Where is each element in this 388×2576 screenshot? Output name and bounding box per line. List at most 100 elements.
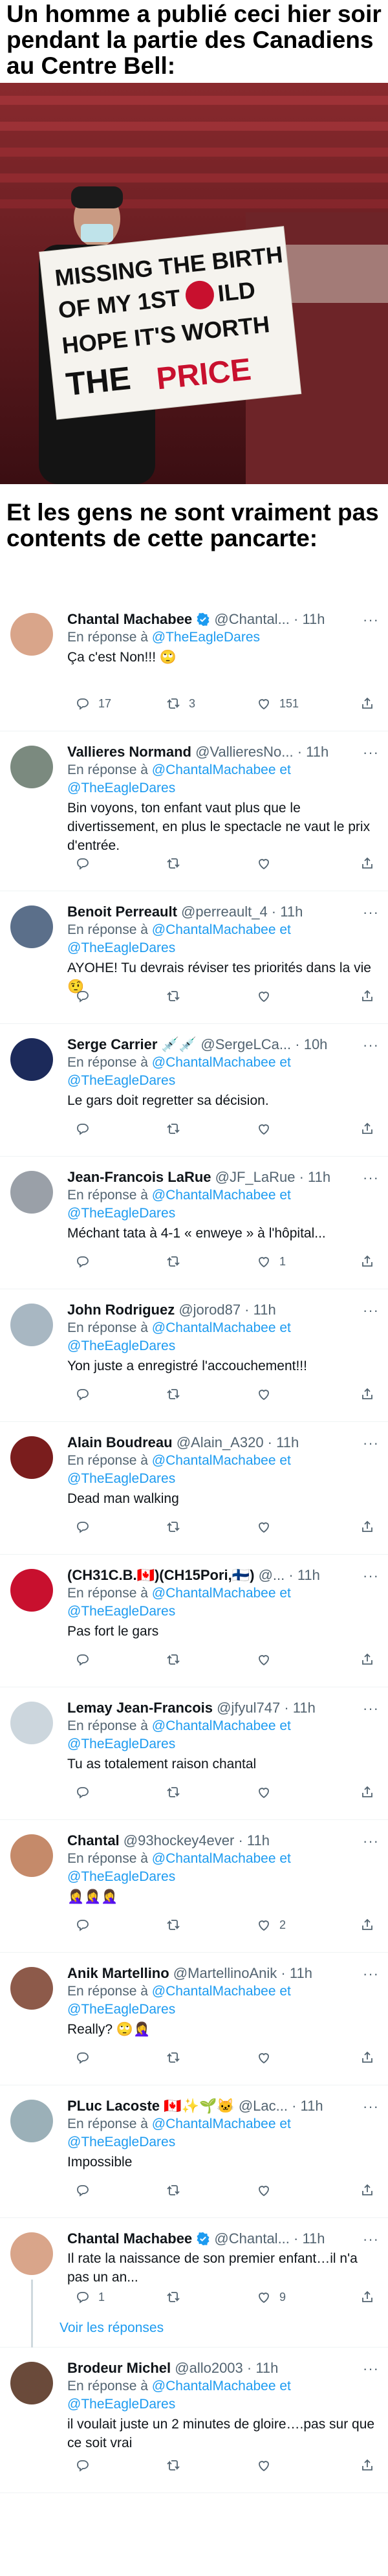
reply-button[interactable] (67, 1917, 91, 1933)
like-button[interactable] (248, 1519, 272, 1535)
tweet[interactable]: Alain Boudreau @Alain_A320 · 11h ··· En ré… (0, 1422, 388, 1555)
reply-button[interactable] (67, 1784, 91, 1800)
share-button[interactable] (352, 1121, 375, 1137)
reply-button[interactable] (67, 2182, 91, 2198)
avatar[interactable] (10, 1569, 53, 1612)
like-button[interactable] (248, 856, 272, 871)
tweet[interactable]: PLuc Lacoste 🇨🇦✨🌱🐱 @Lac... · 11h ··· En ré… (0, 2085, 388, 2218)
share-button[interactable] (352, 1652, 375, 1667)
display-name[interactable]: Alain Boudreau (67, 1434, 173, 1450)
display-name[interactable]: Vallieres Normand (67, 744, 191, 760)
reply-button[interactable] (67, 2458, 91, 2473)
share-button[interactable] (352, 2458, 375, 2473)
share-button[interactable] (352, 988, 375, 1004)
more-options-icon[interactable]: ··· (363, 612, 379, 628)
avatar[interactable] (10, 1304, 53, 1346)
share-button[interactable] (352, 2182, 375, 2198)
share-button[interactable] (352, 1784, 375, 1800)
share-button[interactable] (352, 2050, 375, 2065)
more-options-icon[interactable]: ··· (363, 1170, 379, 1186)
display-name[interactable]: Chantal (67, 1832, 120, 1849)
share-button[interactable] (352, 1917, 375, 1933)
more-options-icon[interactable]: ··· (363, 1833, 379, 1850)
more-options-icon[interactable]: ··· (363, 1435, 379, 1452)
view-replies-link[interactable]: Voir les réponses (59, 2320, 164, 2336)
display-name[interactable]: Chantal Machabee (67, 611, 192, 627)
tweet[interactable]: Brodeur Michel @allo2003 · 11h ··· En répo… (0, 2348, 388, 2493)
like-button[interactable] (248, 1121, 272, 1137)
like-button[interactable]: 151 (248, 696, 299, 711)
tweet[interactable]: Benoit Perreault @perreault_4 · 11h ··· En… (0, 891, 388, 1024)
reply-button[interactable]: 1 (67, 2289, 105, 2305)
avatar[interactable] (10, 1702, 53, 1744)
reply-button[interactable] (67, 2050, 91, 2065)
reply-button[interactable] (67, 1519, 91, 1535)
retweet-button[interactable] (158, 2050, 181, 2065)
tweet[interactable]: Chantal @93hockey4ever · 11h ··· En répons… (0, 1820, 388, 1953)
like-button[interactable] (248, 1784, 272, 1800)
retweet-button[interactable] (158, 2458, 181, 2473)
display-name[interactable]: Brodeur Michel (67, 2360, 171, 2376)
more-options-icon[interactable]: ··· (363, 1700, 379, 1717)
avatar[interactable] (10, 613, 53, 656)
tweet[interactable]: Serge Carrier 💉💉 @SergeLCa... · 10h ··· En… (0, 1024, 388, 1157)
display-name[interactable]: Chantal Machabee (67, 2230, 192, 2247)
retweet-button[interactable] (158, 2289, 181, 2305)
avatar[interactable] (10, 1436, 53, 1479)
mentioned-users-link[interactable]: @TheEagleDares (152, 630, 260, 645)
retweet-button[interactable] (158, 1519, 181, 1535)
like-button[interactable]: 1 (248, 1254, 286, 1269)
avatar[interactable] (10, 746, 53, 788)
more-options-icon[interactable]: ··· (363, 1966, 379, 1982)
share-button[interactable] (352, 1519, 375, 1535)
more-options-icon[interactable]: ··· (363, 1302, 379, 1319)
retweet-button[interactable] (158, 856, 181, 871)
retweet-button[interactable] (158, 1784, 181, 1800)
more-options-icon[interactable]: ··· (363, 2098, 379, 2115)
like-button[interactable] (248, 2458, 272, 2473)
avatar[interactable] (10, 2362, 53, 2404)
reply-button[interactable] (67, 1121, 91, 1137)
retweet-button[interactable]: 3 (158, 696, 195, 711)
share-button[interactable] (352, 696, 375, 711)
display-name[interactable]: Jean-Francois LaRue (67, 1169, 211, 1185)
display-name[interactable]: John Rodriguez (67, 1302, 175, 1318)
share-button[interactable] (352, 1254, 375, 1269)
retweet-button[interactable] (158, 1386, 181, 1402)
reply-button[interactable] (67, 1386, 91, 1402)
reply-button[interactable] (67, 1254, 91, 1269)
display-name[interactable]: PLuc Lacoste 🇨🇦✨🌱🐱 (67, 2098, 235, 2114)
tweet[interactable]: Chantal Machabee @Chantal... · 11h ··· Il … (0, 2218, 388, 2348)
tweet[interactable]: Jean-Francois LaRue @JF_LaRue · 11h ··· En… (0, 1157, 388, 1289)
avatar[interactable] (10, 1038, 53, 1081)
reply-button[interactable] (67, 1652, 91, 1667)
tweet[interactable]: Vallieres Normand @VallieresNo... · 11h ·… (0, 731, 388, 891)
tweet[interactable]: Chantal Machabee @Chantal... · 11h ··· En … (0, 599, 388, 731)
reply-button[interactable]: 17 (67, 696, 111, 711)
retweet-button[interactable] (158, 988, 181, 1004)
retweet-button[interactable] (158, 1121, 181, 1137)
more-options-icon[interactable]: ··· (363, 904, 379, 921)
avatar[interactable] (10, 2100, 53, 2142)
reply-button[interactable] (67, 988, 91, 1004)
more-options-icon[interactable]: ··· (363, 744, 379, 761)
display-name[interactable]: Benoit Perreault (67, 904, 177, 920)
more-options-icon[interactable]: ··· (363, 1568, 379, 1584)
tweet[interactable]: Lemay Jean-Francois @jfyul747 · 11h ··· En… (0, 1687, 388, 1820)
tweet[interactable]: (CH31C.B.🇨🇦)(CH15Pori,🇫🇮) @... · 11h ··· E… (0, 1555, 388, 1687)
display-name[interactable]: Anik Martellino (67, 1965, 169, 1981)
avatar[interactable] (10, 1967, 53, 2010)
like-button[interactable] (248, 2050, 272, 2065)
retweet-button[interactable] (158, 1652, 181, 1667)
display-name[interactable]: (CH31C.B.🇨🇦)(CH15Pori,🇫🇮) (67, 1567, 254, 1583)
retweet-button[interactable] (158, 1254, 181, 1269)
like-button[interactable]: 2 (248, 1917, 286, 1933)
avatar[interactable] (10, 1171, 53, 1214)
like-button[interactable] (248, 988, 272, 1004)
more-options-icon[interactable]: ··· (363, 1037, 379, 1054)
like-button[interactable] (248, 1652, 272, 1667)
avatar[interactable] (10, 1834, 53, 1877)
reply-button[interactable] (67, 856, 91, 871)
more-options-icon[interactable]: ··· (363, 2360, 379, 2377)
display-name[interactable]: Lemay Jean-Francois (67, 1700, 213, 1716)
